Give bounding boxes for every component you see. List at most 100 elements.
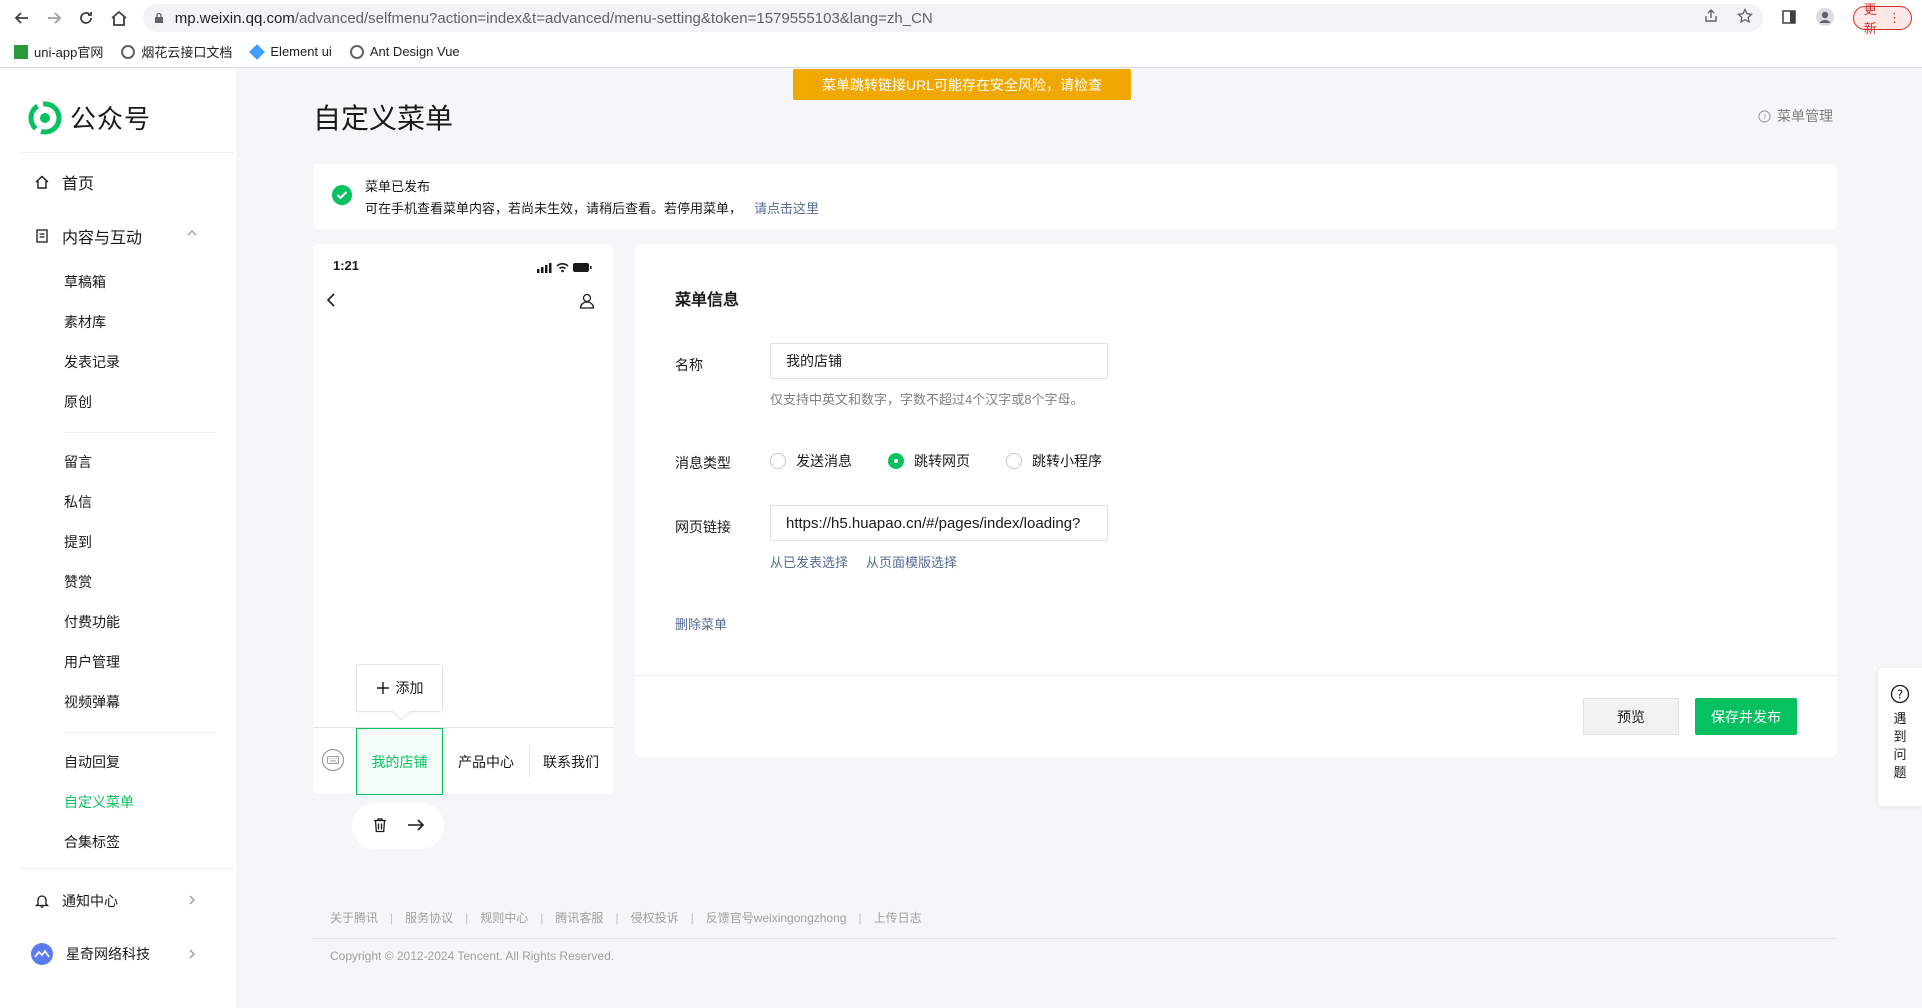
brand-logo[interactable]: 公众号 bbox=[28, 99, 151, 136]
bookmark-uniapp[interactable]: uni-app官网 bbox=[14, 42, 103, 61]
bookmark-ant-design-vue[interactable]: Ant Design Vue bbox=[349, 44, 460, 59]
url-label: 网页链接 bbox=[675, 519, 731, 535]
reload-icon[interactable] bbox=[74, 5, 98, 31]
menu-name-input[interactable]: 我的店铺 bbox=[770, 343, 1108, 379]
radio-label: 跳转小程序 bbox=[1032, 453, 1102, 469]
divider bbox=[20, 152, 234, 153]
bookmark-label: 烟花云接口文档 bbox=[141, 45, 233, 60]
bookmark-element-ui[interactable]: Element ui bbox=[249, 43, 332, 60]
pick-from-template-link[interactable]: 从页面模版选择 bbox=[866, 552, 957, 571]
sidebar-item-messages[interactable]: 私信 bbox=[64, 492, 92, 512]
sidebar-item-materials[interactable]: 素材库 bbox=[64, 312, 106, 332]
menu-management-label: 菜单管理 bbox=[1777, 108, 1833, 124]
profile-icon[interactable] bbox=[1815, 7, 1835, 30]
add-submenu-button[interactable]: 添加 bbox=[356, 664, 443, 712]
nav-notice-label: 通知中心 bbox=[62, 893, 118, 909]
sidebar-item-comments[interactable]: 留言 bbox=[64, 452, 92, 472]
help-circle-icon: ? bbox=[1890, 684, 1910, 704]
update-label: 更新 bbox=[1863, 2, 1877, 36]
help-circle-icon: ? bbox=[1758, 109, 1771, 123]
avatar bbox=[31, 943, 53, 965]
sidebar-item-custom-menu[interactable]: 自定义菜单 bbox=[64, 792, 134, 812]
address-bar[interactable]: mp.weixin.qq.com/advanced/selfmenu?actio… bbox=[142, 4, 1763, 32]
name-hint: 仅支持中英文和数字，字数不超过4个汉字或8个字母。 bbox=[770, 392, 1084, 407]
home-icon[interactable] bbox=[107, 5, 131, 31]
footer-link-upload-log[interactable]: 上传日志 bbox=[874, 909, 922, 926]
footer-link-agreement[interactable]: 服务协议 bbox=[405, 909, 453, 926]
radio-send-message[interactable]: 发送消息 bbox=[770, 451, 852, 471]
footer-link-feedback[interactable]: 反馈官号weixingongzhong bbox=[706, 909, 847, 926]
save-and-publish-button[interactable]: 保存并发布 bbox=[1695, 698, 1797, 735]
phone-menu-actions bbox=[352, 803, 444, 849]
help-float-button[interactable]: ? 遇到问题 bbox=[1878, 668, 1922, 806]
nav-account[interactable]: 星奇网络科技 bbox=[30, 942, 150, 966]
chevron-left-icon[interactable] bbox=[325, 292, 339, 311]
sidebar-item-users[interactable]: 用户管理 bbox=[64, 652, 120, 672]
update-button[interactable]: 更新 ⋮ bbox=[1852, 2, 1912, 36]
forward-icon[interactable] bbox=[42, 5, 66, 31]
side-panel-icon[interactable] bbox=[1781, 9, 1797, 28]
wechat-mp-logo-icon bbox=[28, 101, 62, 134]
radio-open-webpage[interactable]: 跳转网页 bbox=[888, 451, 970, 471]
sidebar-item-mentions[interactable]: 提到 bbox=[64, 532, 92, 552]
sidebar-item-rewards[interactable]: 赞赏 bbox=[64, 572, 92, 592]
footer-sep: | bbox=[858, 910, 862, 925]
trash-icon[interactable] bbox=[371, 816, 389, 837]
copyright: Copyright © 2012-2024 Tencent. All Right… bbox=[330, 949, 615, 963]
uniapp-icon bbox=[14, 44, 28, 59]
nav-content-group[interactable]: 内容与互动 bbox=[34, 224, 142, 248]
svg-text:?: ? bbox=[1763, 112, 1767, 121]
radio-open-miniprogram[interactable]: 跳转小程序 bbox=[1006, 451, 1102, 471]
url-risk-warning-banner: 菜单跳转链接URL可能存在安全风险，请检查 bbox=[793, 69, 1131, 100]
delete-menu-link[interactable]: 删除菜单 bbox=[675, 614, 727, 633]
bookmark-label: Ant Design Vue bbox=[369, 44, 460, 59]
sidebar-item-paid[interactable]: 付费功能 bbox=[64, 612, 120, 632]
nav-notice-center[interactable]: 通知中心 bbox=[34, 891, 118, 911]
nav-home[interactable]: 首页 bbox=[34, 170, 94, 194]
bell-icon bbox=[34, 895, 50, 908]
phone-menu-item-my-shop[interactable]: 我的店铺 bbox=[356, 728, 443, 795]
element-ui-icon bbox=[249, 43, 266, 60]
webpage-url-input[interactable]: https://h5.huapao.cn/#/pages/index/loadi… bbox=[770, 505, 1108, 541]
chevron-up-icon[interactable] bbox=[186, 226, 198, 242]
footer-sep: | bbox=[540, 910, 544, 925]
footer-link-about[interactable]: 关于腾讯 bbox=[330, 909, 378, 926]
pick-from-published-link[interactable]: 从已发表选择 bbox=[770, 552, 848, 571]
disable-menu-link[interactable]: 请点击这里 bbox=[754, 201, 819, 216]
sidebar-item-auto-reply[interactable]: 自动回复 bbox=[64, 752, 120, 772]
globe-icon bbox=[349, 44, 364, 59]
keyboard-icon[interactable] bbox=[321, 748, 345, 775]
radio-checked-icon bbox=[888, 453, 904, 469]
footer-link-support[interactable]: 腾讯客服 bbox=[555, 909, 603, 926]
footer-sep: | bbox=[465, 910, 469, 925]
phone-menu-item-contact[interactable]: 联系我们 bbox=[529, 728, 613, 795]
sidebar-item-original[interactable]: 原创 bbox=[64, 392, 92, 412]
footer-link-infringement[interactable]: 侵权投诉 bbox=[631, 909, 679, 926]
sidebar: 公众号 首页 内容与互动 草稿箱 素材库 发表记录 原创 留言 私信 提到 赞赏… bbox=[0, 69, 236, 1008]
share-icon[interactable] bbox=[1703, 8, 1719, 28]
publish-notice: 菜单已发布 可在手机查看菜单内容，若尚未生效，请稍后查看。若停用菜单， 请点击这里 bbox=[313, 164, 1837, 229]
preview-button[interactable]: 预览 bbox=[1583, 698, 1679, 735]
browser-toolbar: mp.weixin.qq.com/advanced/selfmenu?actio… bbox=[0, 0, 1922, 36]
home-icon bbox=[35, 175, 49, 189]
menu-management-link[interactable]: ? 菜单管理 bbox=[1758, 106, 1833, 126]
svg-text:?: ? bbox=[1897, 688, 1903, 702]
sidebar-item-drafts[interactable]: 草稿箱 bbox=[64, 272, 106, 292]
sidebar-item-danmaku[interactable]: 视频弹幕 bbox=[64, 692, 120, 712]
sidebar-item-publish-records[interactable]: 发表记录 bbox=[64, 352, 120, 372]
divider bbox=[635, 675, 1837, 676]
bookmark-huapao-docs[interactable]: 烟花云接口文档 bbox=[121, 42, 232, 61]
footer-link-rules[interactable]: 规则中心 bbox=[480, 909, 528, 926]
sidebar-item-collections[interactable]: 合集标签 bbox=[64, 832, 120, 852]
arrow-right-icon[interactable] bbox=[406, 816, 426, 837]
phone-menu-bar: 我的店铺 产品中心 联系我们 bbox=[313, 727, 613, 795]
chevron-right-icon[interactable] bbox=[186, 947, 198, 963]
radio-label: 跳转网页 bbox=[914, 453, 970, 469]
star-icon[interactable] bbox=[1736, 7, 1753, 28]
phone-menu-item-products[interactable]: 产品中心 bbox=[443, 728, 529, 795]
user-icon[interactable] bbox=[578, 292, 596, 313]
page-title: 自定义菜单 bbox=[313, 103, 454, 134]
chevron-right-icon[interactable] bbox=[186, 893, 198, 909]
account-name: 星奇网络科技 bbox=[66, 946, 150, 962]
back-icon[interactable] bbox=[10, 5, 34, 31]
